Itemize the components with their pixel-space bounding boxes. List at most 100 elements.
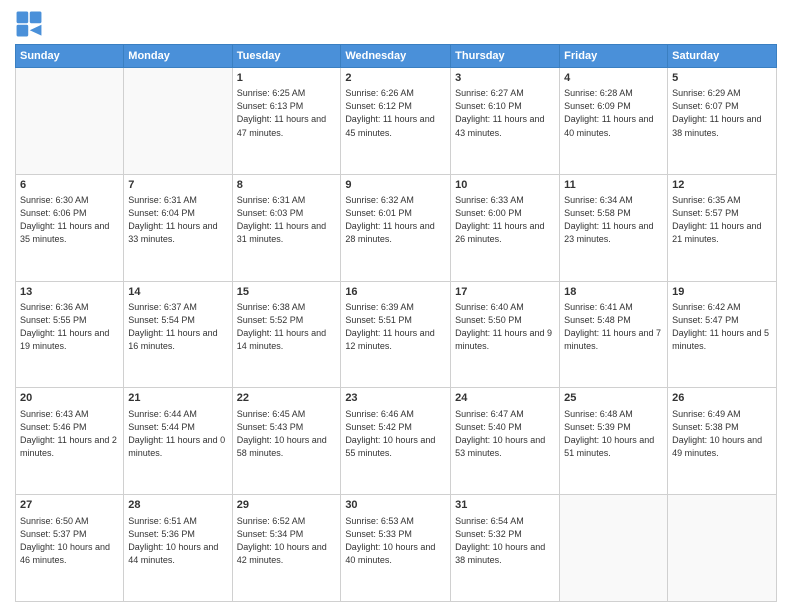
day-number: 20 [20, 391, 119, 406]
day-info: Sunrise: 6:40 AMSunset: 5:50 PMDaylight:… [455, 301, 555, 353]
calendar-cell: 11Sunrise: 6:34 AMSunset: 5:58 PMDayligh… [560, 174, 668, 281]
day-info: Sunrise: 6:47 AMSunset: 5:40 PMDaylight:… [455, 408, 555, 460]
calendar-cell: 6Sunrise: 6:30 AMSunset: 6:06 PMDaylight… [16, 174, 124, 281]
calendar-cell: 4Sunrise: 6:28 AMSunset: 6:09 PMDaylight… [560, 68, 668, 175]
day-number: 21 [128, 391, 227, 406]
calendar-cell: 30 Sunrise: 6:53 AMSunset: 5:33 PMDayligh… [341, 495, 451, 602]
calendar-cell: 9Sunrise: 6:32 AMSunset: 6:01 PMDaylight… [341, 174, 451, 281]
calendar-cell: 3Sunrise: 6:27 AMSunset: 6:10 PMDaylight… [451, 68, 560, 175]
day-number: 2 [345, 71, 446, 86]
calendar-cell: 8Sunrise: 6:31 AMSunset: 6:03 PMDaylight… [232, 174, 341, 281]
day-info: Sunrise: 6:25 AMSunset: 6:13 PMDaylight:… [237, 87, 337, 139]
calendar-cell: 20 Sunrise: 6:43 AMSunset: 5:46 PMDayligh… [16, 388, 124, 495]
day-info: Sunrise: 6:31 AMSunset: 6:03 PMDaylight:… [237, 194, 337, 246]
calendar-cell: 27 Sunrise: 6:50 AMSunset: 5:37 PMDayligh… [16, 495, 124, 602]
day-number: 3 [455, 71, 555, 86]
calendar-cell: 15Sunrise: 6:38 AMSunset: 5:52 PMDayligh… [232, 281, 341, 388]
calendar-cell: 16Sunrise: 6:39 AMSunset: 5:51 PMDayligh… [341, 281, 451, 388]
day-info: Sunrise: 6:31 AMSunset: 6:04 PMDaylight:… [128, 194, 227, 246]
day-info: Sunrise: 6:38 AMSunset: 5:52 PMDaylight:… [237, 301, 337, 353]
day-number: 15 [237, 285, 337, 300]
calendar-cell [124, 68, 232, 175]
day-number: 30 [345, 498, 446, 513]
day-info: Sunrise: 6:42 AMSunset: 5:47 PMDaylight:… [672, 301, 772, 353]
calendar-cell: 5Sunrise: 6:29 AMSunset: 6:07 PMDaylight… [668, 68, 777, 175]
calendar-cell: 10Sunrise: 6:33 AMSunset: 6:00 PMDayligh… [451, 174, 560, 281]
calendar-cell: 26 Sunrise: 6:49 AMSunset: 5:38 PMDayligh… [668, 388, 777, 495]
day-number: 4 [564, 71, 663, 86]
calendar-week-4: 20 Sunrise: 6:43 AMSunset: 5:46 PMDayligh… [16, 388, 777, 495]
day-info: Sunrise: 6:51 AMSunset: 5:36 PMDaylight:… [128, 515, 227, 567]
page: SundayMondayTuesdayWednesdayThursdayFrid… [0, 0, 792, 612]
calendar-cell: 29Sunrise: 6:52 AMSunset: 5:34 PMDayligh… [232, 495, 341, 602]
day-number: 6 [20, 178, 119, 193]
day-number: 12 [672, 178, 772, 193]
day-info: Sunrise: 6:44 AMSunset: 5:44 PMDaylight:… [128, 408, 227, 460]
day-number: 14 [128, 285, 227, 300]
logo [15, 10, 47, 38]
day-info: Sunrise: 6:36 AMSunset: 5:55 PMDaylight:… [20, 301, 119, 353]
calendar-cell: 28 Sunrise: 6:51 AMSunset: 5:36 PMDayligh… [124, 495, 232, 602]
day-info: Sunrise: 6:28 AMSunset: 6:09 PMDaylight:… [564, 87, 663, 139]
day-info: Sunrise: 6:54 AMSunset: 5:32 PMDaylight:… [455, 515, 555, 567]
column-header-monday: Monday [124, 45, 232, 68]
calendar-cell: 17Sunrise: 6:40 AMSunset: 5:50 PMDayligh… [451, 281, 560, 388]
day-info: Sunrise: 6:29 AMSunset: 6:07 PMDaylight:… [672, 87, 772, 139]
calendar-cell: 1Sunrise: 6:25 AMSunset: 6:13 PMDaylight… [232, 68, 341, 175]
calendar-cell: 25Sunrise: 6:48 AMSunset: 5:39 PMDayligh… [560, 388, 668, 495]
day-info: Sunrise: 6:33 AMSunset: 6:00 PMDaylight:… [455, 194, 555, 246]
column-header-thursday: Thursday [451, 45, 560, 68]
day-number: 31 [455, 498, 555, 513]
day-number: 24 [455, 391, 555, 406]
calendar-cell: 24 Sunrise: 6:47 AMSunset: 5:40 PMDayligh… [451, 388, 560, 495]
calendar-table: SundayMondayTuesdayWednesdayThursdayFrid… [15, 44, 777, 602]
day-number: 9 [345, 178, 446, 193]
column-header-sunday: Sunday [16, 45, 124, 68]
calendar-cell: 13Sunrise: 6:36 AMSunset: 5:55 PMDayligh… [16, 281, 124, 388]
day-info: Sunrise: 6:45 AMSunset: 5:43 PMDaylight:… [237, 408, 337, 460]
day-number: 23 [345, 391, 446, 406]
day-info: Sunrise: 6:27 AMSunset: 6:10 PMDaylight:… [455, 87, 555, 139]
day-info: Sunrise: 6:30 AMSunset: 6:06 PMDaylight:… [20, 194, 119, 246]
day-info: Sunrise: 6:52 AMSunset: 5:34 PMDaylight:… [237, 515, 337, 567]
column-header-friday: Friday [560, 45, 668, 68]
day-number: 25 [564, 391, 663, 406]
day-info: Sunrise: 6:49 AMSunset: 5:38 PMDaylight:… [672, 408, 772, 460]
day-number: 18 [564, 285, 663, 300]
calendar-week-1: 1Sunrise: 6:25 AMSunset: 6:13 PMDaylight… [16, 68, 777, 175]
day-info: Sunrise: 6:41 AMSunset: 5:48 PMDaylight:… [564, 301, 663, 353]
day-info: Sunrise: 6:35 AMSunset: 5:57 PMDaylight:… [672, 194, 772, 246]
day-info: Sunrise: 6:32 AMSunset: 6:01 PMDaylight:… [345, 194, 446, 246]
calendar-cell [16, 68, 124, 175]
column-header-saturday: Saturday [668, 45, 777, 68]
calendar-cell: 22 Sunrise: 6:45 AMSunset: 5:43 PMDayligh… [232, 388, 341, 495]
day-number: 7 [128, 178, 227, 193]
calendar-cell: 21 Sunrise: 6:44 AMSunset: 5:44 PMDayligh… [124, 388, 232, 495]
day-info: Sunrise: 6:39 AMSunset: 5:51 PMDaylight:… [345, 301, 446, 353]
day-number: 16 [345, 285, 446, 300]
day-number: 26 [672, 391, 772, 406]
calendar-header-row: SundayMondayTuesdayWednesdayThursdayFrid… [16, 45, 777, 68]
calendar-week-3: 13Sunrise: 6:36 AMSunset: 5:55 PMDayligh… [16, 281, 777, 388]
day-info: Sunrise: 6:53 AMSunset: 5:33 PMDaylight:… [345, 515, 446, 567]
calendar-cell [560, 495, 668, 602]
day-number: 28 [128, 498, 227, 513]
day-number: 22 [237, 391, 337, 406]
day-info: Sunrise: 6:50 AMSunset: 5:37 PMDaylight:… [20, 515, 119, 567]
day-number: 5 [672, 71, 772, 86]
calendar-cell: 18Sunrise: 6:41 AMSunset: 5:48 PMDayligh… [560, 281, 668, 388]
day-number: 8 [237, 178, 337, 193]
day-info: Sunrise: 6:46 AMSunset: 5:42 PMDaylight:… [345, 408, 446, 460]
calendar-cell: 7Sunrise: 6:31 AMSunset: 6:04 PMDaylight… [124, 174, 232, 281]
day-number: 27 [20, 498, 119, 513]
calendar-cell: 23 Sunrise: 6:46 AMSunset: 5:42 PMDayligh… [341, 388, 451, 495]
column-header-wednesday: Wednesday [341, 45, 451, 68]
header [15, 10, 777, 38]
day-info: Sunrise: 6:26 AMSunset: 6:12 PMDaylight:… [345, 87, 446, 139]
calendar-cell: 31 Sunrise: 6:54 AMSunset: 5:32 PMDayligh… [451, 495, 560, 602]
day-number: 19 [672, 285, 772, 300]
day-info: Sunrise: 6:37 AMSunset: 5:54 PMDaylight:… [128, 301, 227, 353]
day-number: 11 [564, 178, 663, 193]
calendar-cell: 19Sunrise: 6:42 AMSunset: 5:47 PMDayligh… [668, 281, 777, 388]
day-info: Sunrise: 6:43 AMSunset: 5:46 PMDaylight:… [20, 408, 119, 460]
